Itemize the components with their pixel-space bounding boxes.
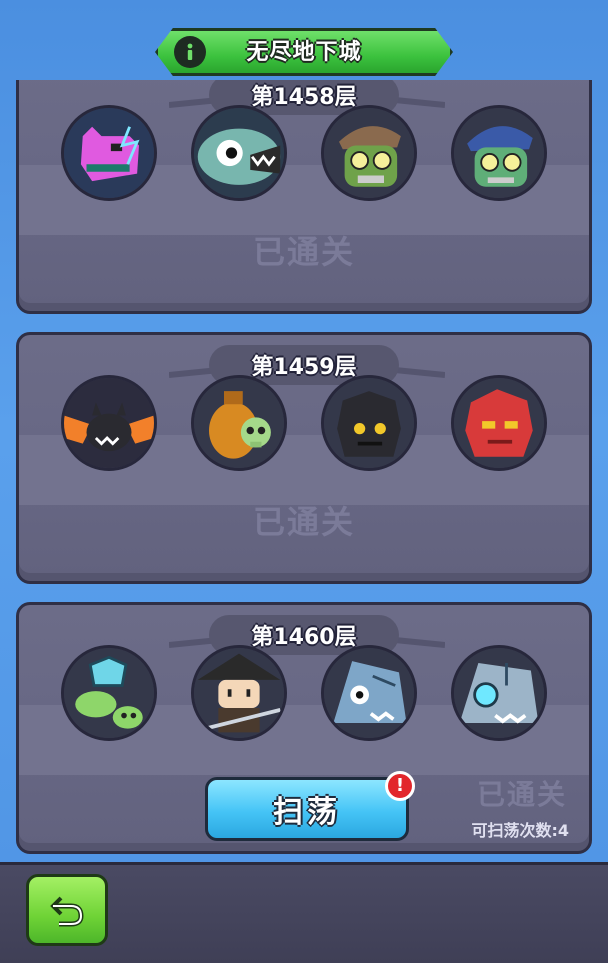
- back-button[interactable]: [26, 874, 108, 946]
- floor-list[interactable]: 第1458层 已通关 第1459层 已通关 第1460层 已通关 扫荡 ! 可扫…: [0, 80, 608, 862]
- alert-badge-icon: !: [385, 771, 415, 801]
- red-rock-golem-icon[interactable]: [451, 375, 547, 471]
- sweep-button[interactable]: 扫荡: [205, 777, 409, 841]
- pink-dog-monster-icon[interactable]: [61, 105, 157, 201]
- skull-jar-monster-icon[interactable]: [191, 375, 287, 471]
- cleared-label: 已通关: [252, 503, 355, 541]
- floor-card-1459: 第1459层 已通关: [16, 332, 592, 584]
- cleared-label: 已通关: [476, 778, 567, 811]
- brown-cap-zombie-icon[interactable]: [321, 105, 417, 201]
- cyborg-shark-icon[interactable]: [451, 645, 547, 741]
- flame-bat-monster-icon[interactable]: [61, 375, 157, 471]
- green-fly-monster-icon[interactable]: [61, 645, 157, 741]
- info-icon[interactable]: [174, 36, 206, 68]
- sweep-count-text: 可扫荡次数:4: [471, 821, 569, 840]
- blue-cap-zombie-icon[interactable]: [451, 105, 547, 201]
- page-title: 无尽地下城: [246, 40, 362, 65]
- cleared-label: 已通关: [252, 233, 355, 271]
- return-arrow-icon: [50, 896, 84, 927]
- shark-zombie-icon[interactable]: [321, 645, 417, 741]
- floor-card-1460: 第1460层 已通关 扫荡 ! 可扫荡次数:4: [16, 602, 592, 854]
- black-rock-golem-icon[interactable]: [321, 375, 417, 471]
- straw-hat-ninja-icon[interactable]: [191, 645, 287, 741]
- teal-fish-monster-icon[interactable]: [191, 105, 287, 201]
- floor-card-1458: 第1458层 已通关: [16, 80, 592, 314]
